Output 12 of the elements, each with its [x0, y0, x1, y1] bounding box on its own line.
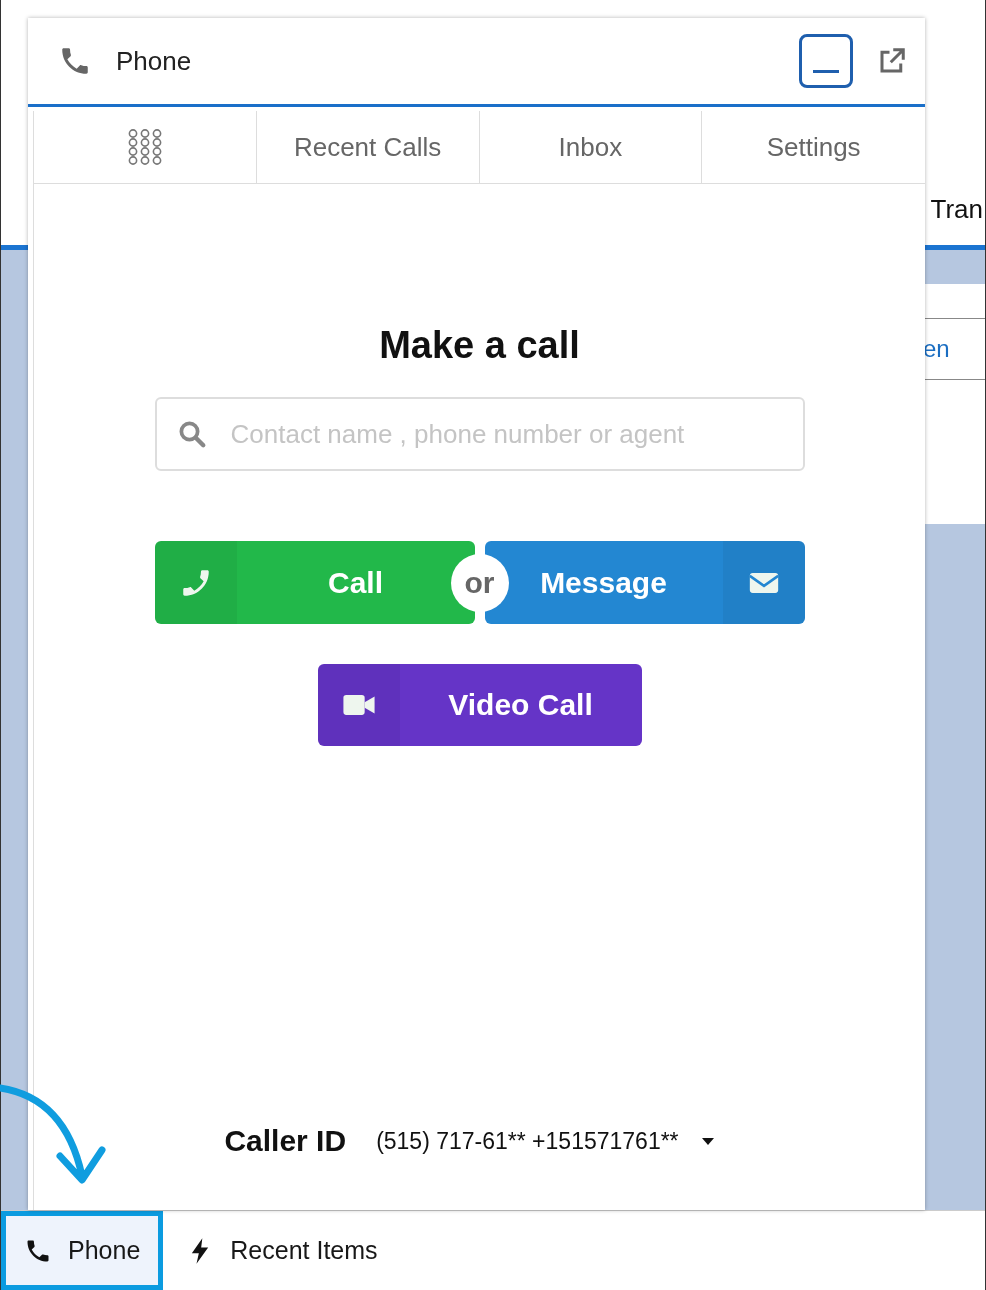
- minimize-button[interactable]: [799, 34, 853, 88]
- caller-id-label: Caller ID: [224, 1124, 347, 1158]
- caller-id-dropdown[interactable]: (515) 717-61** +151571761**: [376, 1127, 715, 1155]
- video-call-button[interactable]: Video Call: [317, 664, 642, 746]
- search-icon: [176, 419, 207, 449]
- dialpad-icon: [126, 129, 163, 165]
- panel-title: Phone: [116, 45, 193, 77]
- heading: Make a call: [379, 324, 580, 367]
- page-text: Tran: [930, 194, 983, 225]
- caret-icon: [700, 1136, 715, 1146]
- search-field[interactable]: Contact name , phone number or agent: [154, 397, 805, 471]
- utility-tab[interactable]: Phone: [1, 1211, 164, 1290]
